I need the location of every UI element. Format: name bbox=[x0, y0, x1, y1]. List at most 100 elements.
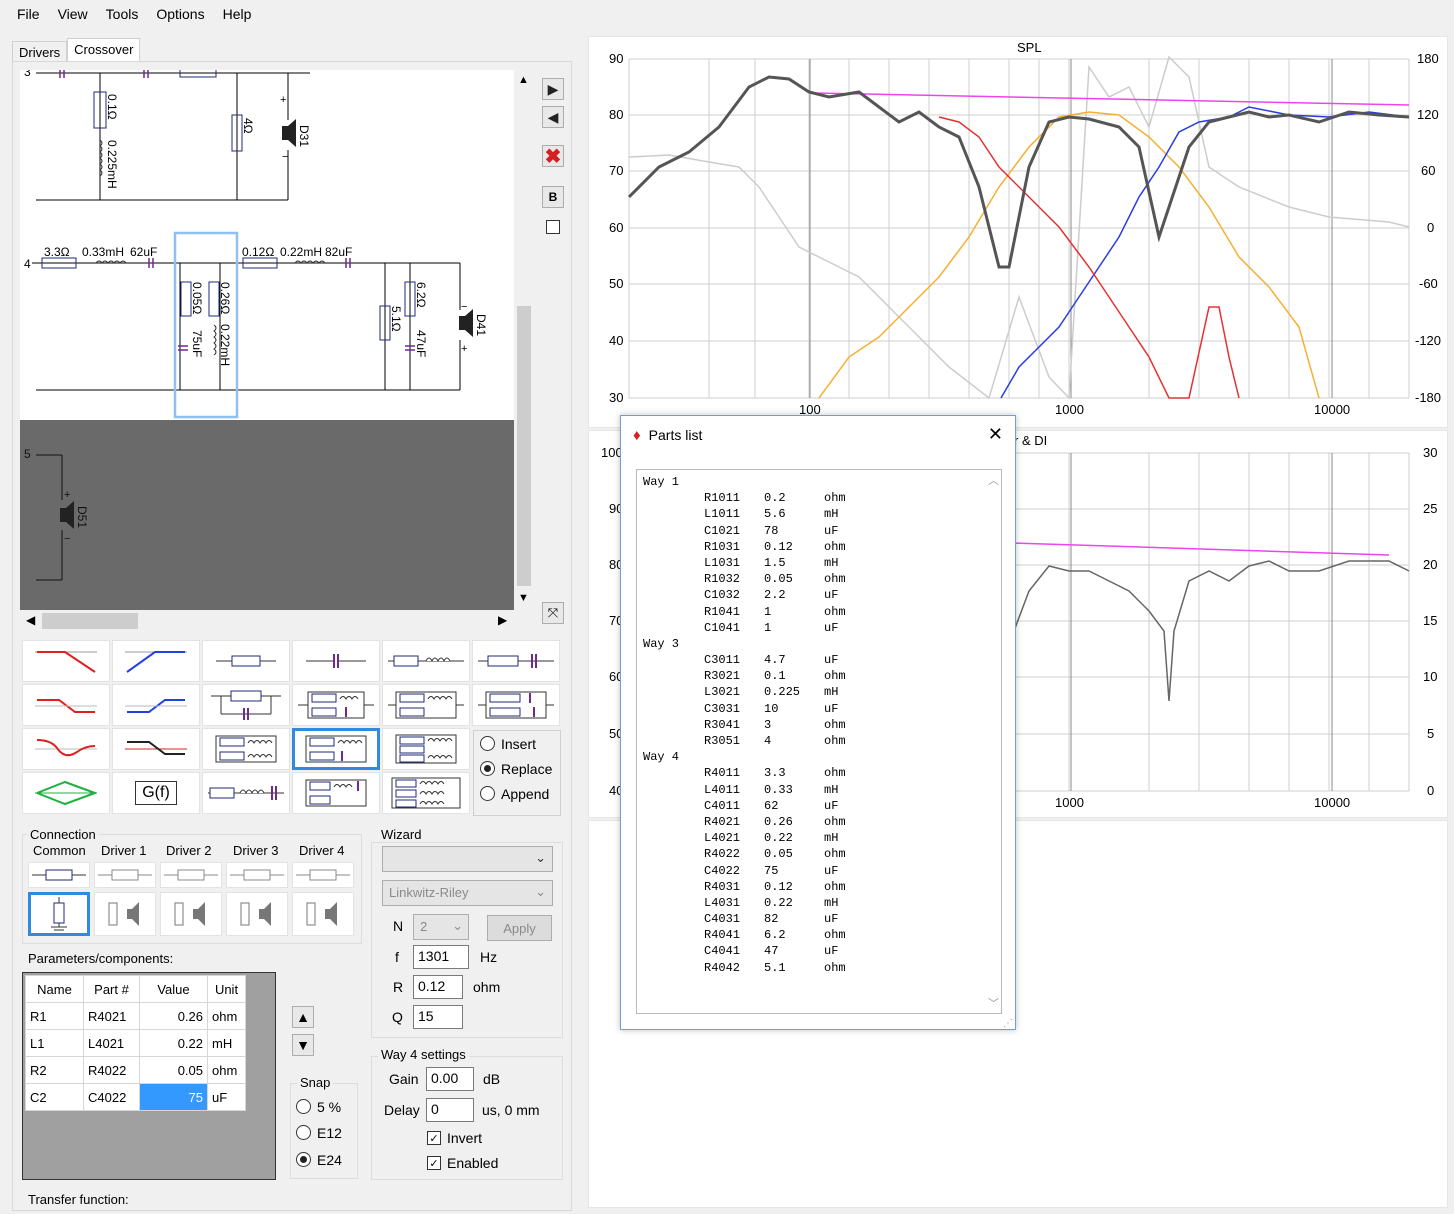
rlc-complex-tool[interactable] bbox=[382, 772, 470, 814]
schematic-canvas[interactable]: 3 4 3.3Ω 0.33mH 62uF 0.12Ω 0.22mH 82uF +… bbox=[20, 70, 514, 420]
gain-input[interactable]: 0.00 bbox=[426, 1067, 474, 1091]
fit-view-button[interactable]: ⤧ bbox=[542, 602, 564, 624]
table-row[interactable]: R1 R4021 0.26 ohm bbox=[25, 1002, 246, 1030]
chevron-up-icon[interactable]: ︿ bbox=[988, 472, 999, 488]
transfer-function-tool[interactable]: G(f) bbox=[112, 772, 200, 814]
conn-shunt-driver4[interactable] bbox=[292, 892, 354, 936]
conn-series-driver3[interactable] bbox=[226, 862, 288, 888]
rl-zobel-tool[interactable] bbox=[202, 728, 290, 770]
resistor-inductor-tool[interactable] bbox=[382, 640, 470, 682]
bypass-button[interactable]: B bbox=[542, 186, 564, 208]
bandpass-tool[interactable] bbox=[22, 772, 110, 814]
conn-series-driver1[interactable] bbox=[94, 862, 156, 888]
resistor-capacitor-parallel-tool[interactable] bbox=[202, 684, 290, 726]
conn-series-driver4[interactable] bbox=[292, 862, 354, 888]
table-row[interactable]: R2 R4022 0.05 ohm bbox=[25, 1056, 246, 1084]
step-tool[interactable] bbox=[112, 728, 200, 770]
notch-tool[interactable] bbox=[22, 728, 110, 770]
conn-series-driver2[interactable] bbox=[160, 862, 222, 888]
chevron-down-icon[interactable]: ﹀ bbox=[988, 995, 999, 1011]
resize-grip-icon[interactable]: ⋰ bbox=[1003, 1018, 1013, 1029]
dialog-titlebar[interactable]: ♦ Parts list ✕ bbox=[621, 416, 1015, 454]
cell-name[interactable]: L1 bbox=[25, 1029, 84, 1057]
conn-shunt-driver2[interactable] bbox=[160, 892, 222, 936]
delay-input[interactable]: 0 bbox=[426, 1098, 474, 1122]
resistor-capacitor-tool[interactable] bbox=[472, 640, 560, 682]
highpass-shelf-tool[interactable] bbox=[112, 684, 200, 726]
wizard-f-input[interactable]: 1301 bbox=[413, 945, 469, 969]
tab-drivers[interactable]: Drivers bbox=[12, 41, 68, 62]
rlc-series-parallel-tool[interactable] bbox=[292, 772, 380, 814]
delete-button[interactable]: ✖ bbox=[542, 145, 564, 168]
menu-options[interactable]: Options bbox=[147, 6, 213, 22]
inactive-way-area[interactable]: 5 + − D51 bbox=[20, 420, 514, 610]
scroll-left-arrow[interactable]: ◀ bbox=[26, 613, 35, 627]
enabled-checkbox[interactable]: ✓ Enabled bbox=[427, 1155, 498, 1171]
scroll-right-arrow[interactable]: ▶ bbox=[498, 613, 507, 627]
cell-name[interactable]: C2 bbox=[25, 1083, 84, 1111]
hscroll-thumb[interactable] bbox=[42, 613, 138, 629]
lowpass-shelf-tool[interactable] bbox=[22, 684, 110, 726]
resistor-tool[interactable] bbox=[202, 640, 290, 682]
snap-e12-radio[interactable]: E12 bbox=[290, 1120, 342, 1145]
rl-parallel-tool[interactable] bbox=[382, 684, 470, 726]
rl-triple-tool[interactable] bbox=[382, 728, 470, 770]
menu-help[interactable]: Help bbox=[214, 6, 261, 22]
snap-e24-radio[interactable]: E24 bbox=[290, 1147, 342, 1172]
cell-value[interactable]: 0.22 bbox=[139, 1029, 208, 1057]
cell-value[interactable]: 0.05 bbox=[139, 1056, 208, 1084]
table-row[interactable]: L1 L4021 0.22 mH bbox=[25, 1029, 246, 1057]
schematic-vscrollbar[interactable]: ▲ ▼ bbox=[514, 70, 534, 610]
menu-tools[interactable]: Tools bbox=[97, 6, 148, 22]
wizard-filter-select[interactable]: Linkwitz-Riley ⌄ bbox=[382, 880, 553, 906]
mode-replace-radio[interactable]: Replace bbox=[474, 756, 560, 781]
conn-shunt-common[interactable] bbox=[28, 892, 90, 936]
cell-name[interactable]: R1 bbox=[25, 1002, 84, 1030]
cell-value[interactable]: 0.26 bbox=[139, 1002, 208, 1030]
wizard-n-select[interactable]: 2 ⌄ bbox=[413, 914, 469, 940]
scroll-thumb[interactable] bbox=[517, 306, 531, 586]
capacitor-tool[interactable] bbox=[292, 640, 380, 682]
highpass-tool[interactable] bbox=[112, 640, 200, 682]
value-up-button[interactable]: ▲ bbox=[292, 1006, 314, 1028]
conn-shunt-driver3[interactable] bbox=[226, 892, 288, 936]
move-left-button[interactable]: ◀ bbox=[542, 106, 564, 128]
cell-unit[interactable]: uF bbox=[207, 1083, 246, 1111]
parts-list-text[interactable]: Way 1 R1011 0.2 ohm L1011 5.6 mH C1021 78 uF R… bbox=[636, 469, 1002, 1014]
cell-part[interactable]: R4021 bbox=[83, 1002, 140, 1030]
mode-insert-radio[interactable]: Insert bbox=[474, 731, 560, 756]
rlc-parallel-tool[interactable] bbox=[292, 684, 380, 726]
menu-file[interactable]: File bbox=[8, 6, 49, 22]
wizard-apply-button[interactable]: Apply bbox=[487, 915, 552, 941]
wizard-r-input[interactable]: 0.12 bbox=[413, 975, 463, 999]
cell-part[interactable]: L4021 bbox=[83, 1029, 140, 1057]
conn-shunt-driver1[interactable] bbox=[94, 892, 156, 936]
dialog-vscrollbar[interactable]: ︿ ﹀ bbox=[984, 470, 1001, 1013]
close-icon[interactable]: ✕ bbox=[988, 424, 1003, 445]
cell-part[interactable]: C4022 bbox=[83, 1083, 140, 1111]
move-right-button[interactable]: ▶ bbox=[542, 78, 564, 100]
wizard-q-input[interactable]: 15 bbox=[413, 1005, 463, 1029]
mode-append-radio[interactable]: Append bbox=[474, 781, 560, 806]
rlc-shunt-tool[interactable] bbox=[292, 728, 380, 770]
menu-view[interactable]: View bbox=[49, 6, 97, 22]
cell-unit[interactable]: mH bbox=[207, 1029, 246, 1057]
cell-value-selected[interactable]: 75 bbox=[139, 1083, 208, 1111]
snap-5pct-radio[interactable]: 5 % bbox=[290, 1094, 341, 1119]
table-row[interactable]: C2 C4022 75 uF bbox=[25, 1083, 246, 1111]
cell-unit[interactable]: ohm bbox=[207, 1056, 246, 1084]
lowpass-tool[interactable] bbox=[22, 640, 110, 682]
cell-unit[interactable]: ohm bbox=[207, 1002, 246, 1030]
conn-series-common[interactable] bbox=[28, 862, 90, 888]
value-down-button[interactable]: ▼ bbox=[292, 1034, 314, 1056]
cell-part[interactable]: R4022 bbox=[83, 1056, 140, 1084]
schematic-hscrollbar[interactable]: ◀ ▶ bbox=[20, 610, 514, 632]
bypass-checkbox[interactable] bbox=[546, 220, 560, 234]
rc-parallel2-tool[interactable] bbox=[472, 684, 560, 726]
spl-chart[interactable]: SPL 90 80 70 60 50 40 30 180 120 60 0 -6… bbox=[588, 36, 1448, 428]
scroll-down-arrow[interactable]: ▼ bbox=[518, 592, 529, 604]
rlc-series-tool[interactable] bbox=[202, 772, 290, 814]
invert-checkbox[interactable]: ✓ Invert bbox=[427, 1130, 482, 1146]
scroll-up-arrow[interactable]: ▲ bbox=[518, 74, 529, 86]
wizard-type-select[interactable]: ⌄ bbox=[382, 846, 553, 872]
